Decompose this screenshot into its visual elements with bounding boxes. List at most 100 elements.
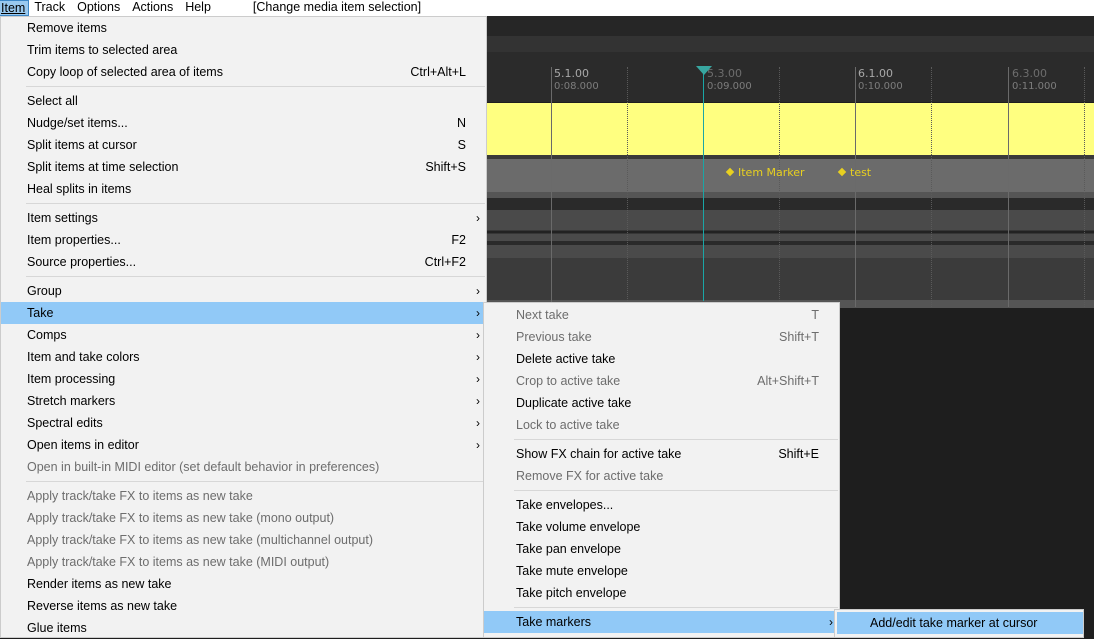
menu-item-label: Show FX chain for active take <box>516 447 682 461</box>
menu-item-lock-to-active-take[interactable]: Lock to active take <box>484 414 839 436</box>
chevron-right-icon: › <box>476 328 480 342</box>
menubar-item-track[interactable]: Track <box>29 0 72 16</box>
shortcut-label: Ctrl+F2 <box>424 255 466 269</box>
menu-item-take[interactable]: Take › <box>1 302 486 324</box>
grid-line <box>1084 67 1085 307</box>
menu-bar: Item Track Options Actions Help [Change … <box>0 0 1094 16</box>
menu-item-label: Comps <box>27 328 67 342</box>
menubar-item-actions[interactable]: Actions <box>127 0 180 16</box>
menu-separator <box>26 481 485 482</box>
menu-item-label: Trim items to selected area <box>27 43 178 57</box>
menu-item-label: Item processing <box>27 372 116 386</box>
menu-item-open-items-in-editor[interactable]: Open items in editor › <box>1 434 486 456</box>
menu-item-take-pan-envelope[interactable]: Take pan envelope <box>484 538 839 560</box>
ruler-label: 6.3.00 0:11.000 <box>1012 67 1057 93</box>
menu-item-render-new-take[interactable]: Render items as new take <box>1 573 486 595</box>
menubar-item-label: Options <box>77 0 121 14</box>
menu-item-item-and-take-colors[interactable]: Item and take colors › <box>1 346 486 368</box>
menu-item-apply-fx-midi[interactable]: Apply track/take FX to items as new take… <box>1 551 486 573</box>
grid-line <box>779 67 780 307</box>
menu-item-source-properties[interactable]: Source properties... Ctrl+F2 <box>1 251 486 273</box>
menu-item-label: Source properties... <box>27 255 137 269</box>
menu-item-take-pitch-envelope[interactable]: Take pitch envelope <box>484 582 839 604</box>
edit-cursor-head-icon[interactable] <box>696 66 712 75</box>
menu-separator <box>26 203 485 204</box>
chevron-right-icon: › <box>476 306 480 320</box>
menu-item-apply-fx-mono[interactable]: Apply track/take FX to items as new take… <box>1 507 486 529</box>
menu-item-item-settings[interactable]: Item settings › <box>1 207 486 229</box>
menu-item-apply-fx-new-take[interactable]: Apply track/take FX to items as new take <box>1 485 486 507</box>
menu-item-item-properties[interactable]: Item properties... F2 <box>1 229 486 251</box>
menu-item-next-take[interactable]: Next take T <box>484 304 839 326</box>
waveform-item[interactable] <box>487 210 1094 258</box>
toolbar-strip <box>487 16 1094 36</box>
take-marker[interactable]: Item Marker <box>725 166 805 179</box>
menu-item-stretch-markers[interactable]: Stretch markers › <box>1 390 486 412</box>
grid-line <box>931 67 932 307</box>
menu-item-heal-splits[interactable]: Heal splits in items <box>1 178 486 200</box>
take-submenu: Next take T Previous take Shift+T Delete a… <box>483 302 840 638</box>
menu-item-comps[interactable]: Comps › <box>1 324 486 346</box>
menu-item-spectral-edits[interactable]: Spectral edits › <box>1 412 486 434</box>
grid-line <box>855 67 856 307</box>
menu-item-glue-items[interactable]: Glue items <box>1 617 486 639</box>
menu-item-select-all[interactable]: Select all <box>1 90 486 112</box>
ruler-label: 6.1.00 0:10.000 <box>858 67 903 93</box>
menu-item-open-in-midi-editor[interactable]: Open in built-in MIDI editor (set defaul… <box>1 456 486 478</box>
edit-cursor[interactable] <box>703 71 704 301</box>
menu-item-label: Split items at cursor <box>27 138 137 152</box>
shortcut-label: Alt+Shift+T <box>757 374 819 388</box>
menu-item-split-at-time-selection[interactable]: Split items at time selection Shift+S <box>1 156 486 178</box>
menu-item-take-mute-envelope[interactable]: Take mute envelope <box>484 560 839 582</box>
menubar-item-label: Help <box>185 0 211 14</box>
menu-item-delete-active-take[interactable]: Delete active take <box>484 348 839 370</box>
menubar-item-options[interactable]: Options <box>72 0 127 16</box>
menu-item-nudge-set[interactable]: Nudge/set items... N <box>1 112 486 134</box>
chevron-right-icon: › <box>829 615 833 629</box>
take-markers-submenu: Add/edit take marker at cursor <box>834 609 1084 638</box>
menu-item-take-markers[interactable]: Take markers › <box>484 611 839 633</box>
menu-item-add-edit-take-marker[interactable]: Add/edit take marker at cursor <box>837 612 1083 634</box>
menu-item-label: Split items at time selection <box>27 160 179 174</box>
menu-item-label: Render items as new take <box>27 577 172 591</box>
menu-item-reverse-new-take[interactable]: Reverse items as new take <box>1 595 486 617</box>
menu-item-label: Open items in editor <box>27 438 139 452</box>
menubar-item-item[interactable]: Item <box>0 0 30 16</box>
menu-separator <box>514 607 838 608</box>
shortcut-label: Shift+S <box>425 160 466 174</box>
menu-item-trim-items[interactable]: Trim items to selected area <box>1 39 486 61</box>
menu-item-label: Item and take colors <box>27 350 140 364</box>
shortcut-label: Ctrl+Alt+L <box>410 65 466 79</box>
menu-item-group[interactable]: Group › <box>1 280 486 302</box>
menu-item-label: Item properties... <box>27 233 121 247</box>
menu-separator <box>514 490 838 491</box>
menubar-item-help[interactable]: Help <box>180 0 218 16</box>
media-item[interactable] <box>487 103 1094 155</box>
menu-item-show-fx-chain[interactable]: Show FX chain for active take Shift+E <box>484 443 839 465</box>
menu-item-take-volume-envelope[interactable]: Take volume envelope <box>484 516 839 538</box>
menu-item-apply-fx-multichannel[interactable]: Apply track/take FX to items as new take… <box>1 529 486 551</box>
menu-item-label: Delete active take <box>516 352 616 366</box>
menu-item-label: Reverse items as new take <box>27 599 178 613</box>
menu-item-remove-items[interactable]: Remove items <box>1 17 486 39</box>
menu-item-item-processing[interactable]: Item processing › <box>1 368 486 390</box>
menu-item-copy-loop[interactable]: Copy loop of selected area of items Ctrl+… <box>1 61 486 83</box>
menu-item-label: Remove items <box>27 21 107 35</box>
grid-line <box>551 67 552 307</box>
menu-item-label: Group <box>27 284 62 298</box>
waveform <box>487 230 1094 245</box>
menu-item-label: Take pan envelope <box>516 542 621 556</box>
menu-item-take-envelopes[interactable]: Take envelopes... <box>484 494 839 516</box>
shortcut-label: T <box>811 308 819 322</box>
menu-item-split-at-cursor[interactable]: Split items at cursor S <box>1 134 486 156</box>
chevron-right-icon: › <box>476 372 480 386</box>
menu-item-label: Remove FX for active take <box>516 469 664 483</box>
menu-item-remove-fx[interactable]: Remove FX for active take <box>484 465 839 487</box>
menu-item-crop-to-active-take[interactable]: Crop to active take Alt+Shift+T <box>484 370 839 392</box>
menu-item-label: Next take <box>516 308 569 322</box>
menu-item-previous-take[interactable]: Previous take Shift+T <box>484 326 839 348</box>
chevron-right-icon: › <box>476 211 480 225</box>
track-lane[interactable] <box>487 258 1094 300</box>
take-marker[interactable]: test <box>837 166 871 179</box>
menu-item-duplicate-active-take[interactable]: Duplicate active take <box>484 392 839 414</box>
